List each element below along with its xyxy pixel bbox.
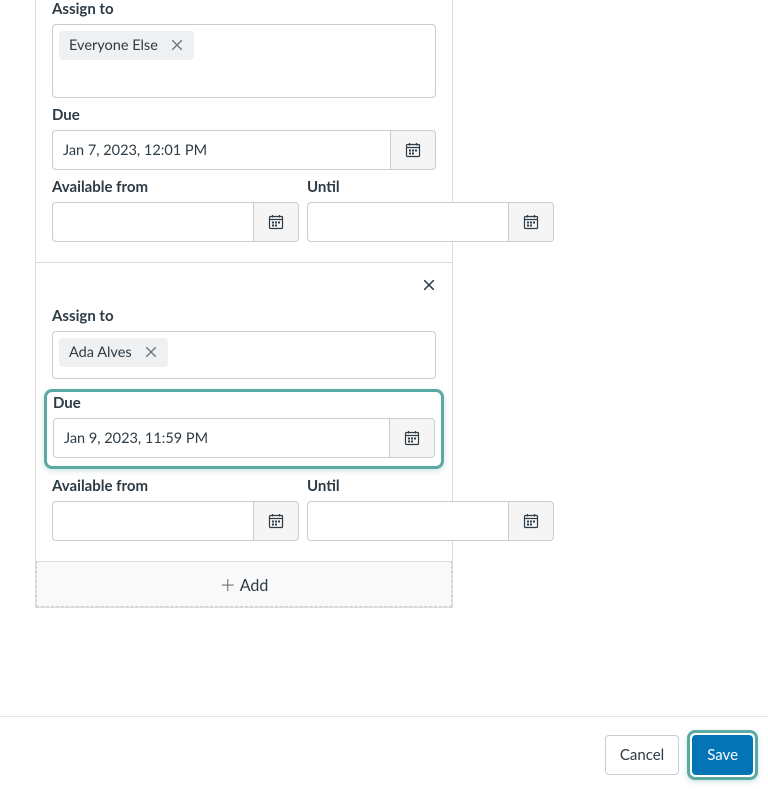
remove-section-button[interactable] [422,277,436,296]
footer-actions: Cancel Save [605,730,758,780]
add-label: Add [240,576,269,595]
calendar-icon [523,214,539,230]
assignee-name: Ada Alves [69,344,132,361]
available-from-input[interactable] [52,202,253,242]
calendar-icon [268,214,284,230]
calendar-icon [268,513,284,529]
available-from-group [52,501,299,541]
available-from-label: Available from [52,477,299,495]
available-calendar-button[interactable] [253,202,299,242]
due-group [52,130,436,170]
until-label: Until [307,477,554,495]
due-highlight: Due [44,389,444,469]
available-calendar-button[interactable] [253,501,299,541]
plus-icon: ＋ [220,576,236,595]
available-from-label: Available from [52,178,299,196]
calendar-icon [404,430,420,446]
assignee-chip: Ada Alves [59,338,168,367]
assignment-panel: Assign to Everyone Else Due Available fr… [35,0,453,608]
due-input[interactable] [53,418,389,458]
assign-to-input[interactable]: Ada Alves [52,331,436,379]
assignment-section-everyone: Assign to Everyone Else Due Available fr… [36,0,452,262]
assign-to-label: Assign to [52,0,436,18]
close-icon [170,38,184,52]
until-input[interactable] [307,202,508,242]
available-from-group [52,202,299,242]
close-icon [422,278,436,292]
cancel-button[interactable]: Cancel [605,735,679,775]
save-button[interactable]: Save [692,735,753,775]
calendar-icon [523,513,539,529]
due-input[interactable] [52,130,390,170]
until-group [307,202,554,242]
save-highlight: Save [687,730,758,780]
close-icon [144,345,158,359]
assignee-name: Everyone Else [69,37,158,54]
due-label: Due [53,394,435,412]
until-label: Until [307,178,554,196]
until-group [307,501,554,541]
footer-divider [0,716,768,717]
calendar-icon [405,142,421,158]
due-calendar-button[interactable] [389,418,435,458]
assignee-chip: Everyone Else [59,31,194,60]
until-calendar-button[interactable] [508,202,554,242]
assign-to-input[interactable]: Everyone Else [52,24,436,98]
until-calendar-button[interactable] [508,501,554,541]
until-input[interactable] [307,501,508,541]
available-from-input[interactable] [52,501,253,541]
remove-assignee-icon[interactable] [170,38,184,54]
due-calendar-button[interactable] [390,130,436,170]
due-label: Due [52,106,436,124]
due-group [53,418,435,458]
remove-assignee-icon[interactable] [144,345,158,361]
assignment-section-ada: Assign to Ada Alves Due Available from [36,262,452,561]
add-section-button[interactable]: ＋Add [36,561,452,607]
assign-to-label: Assign to [52,307,436,325]
